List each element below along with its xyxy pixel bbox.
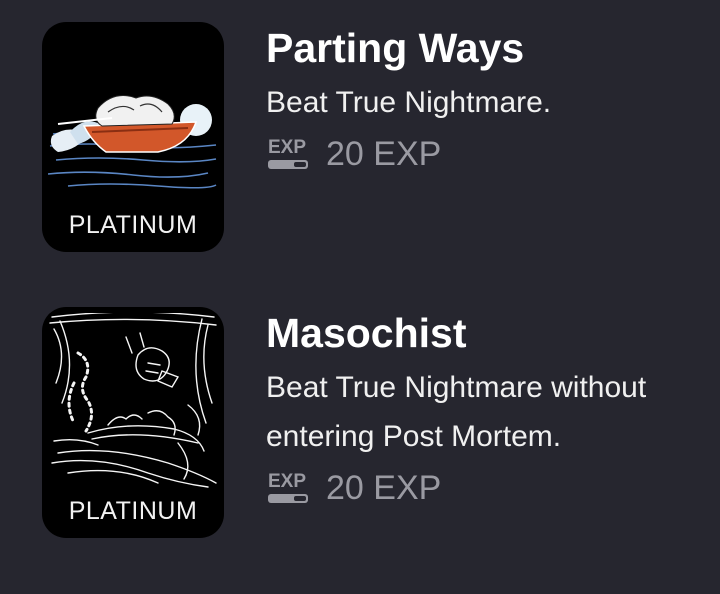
achievement-list: PLATINUM Parting Ways Beat True Nightmar… (0, 0, 720, 594)
achievement-info: Masochist Beat True Nightmare without en… (266, 307, 706, 511)
boat-art-icon (48, 28, 218, 203)
svg-text:EXP: EXP (268, 471, 306, 492)
achievement-badge: PLATINUM (42, 307, 224, 538)
achievement-title: Masochist (266, 310, 467, 356)
sketch-art-icon (48, 313, 218, 488)
tier-label: PLATINUM (68, 211, 198, 239)
exp-reward: EXP 20 EXP (266, 131, 706, 177)
achievement-title: Parting Ways (266, 25, 525, 71)
achievement-description: Beat True Nightmare. (266, 86, 552, 119)
achievement-item[interactable]: PLATINUM Parting Ways Beat True Nightmar… (0, 0, 720, 280)
exp-reward: EXP 20 EXP (266, 465, 706, 511)
achievement-info: Parting Ways Beat True Nightmare. EXP 20… (266, 22, 706, 177)
exp-icon: EXP (268, 137, 308, 169)
exp-icon: EXP (268, 471, 308, 503)
exp-amount: 20 EXP (326, 135, 442, 173)
exp-amount: 20 EXP (326, 469, 442, 507)
achievement-item[interactable]: PLATINUM Masochist Beat True Nightmare w… (0, 285, 720, 594)
achievement-description: Beat True Nightmare without entering Pos… (266, 371, 647, 453)
tier-label: PLATINUM (68, 497, 198, 525)
achievement-badge: PLATINUM (42, 22, 224, 252)
svg-text:EXP: EXP (268, 137, 306, 158)
